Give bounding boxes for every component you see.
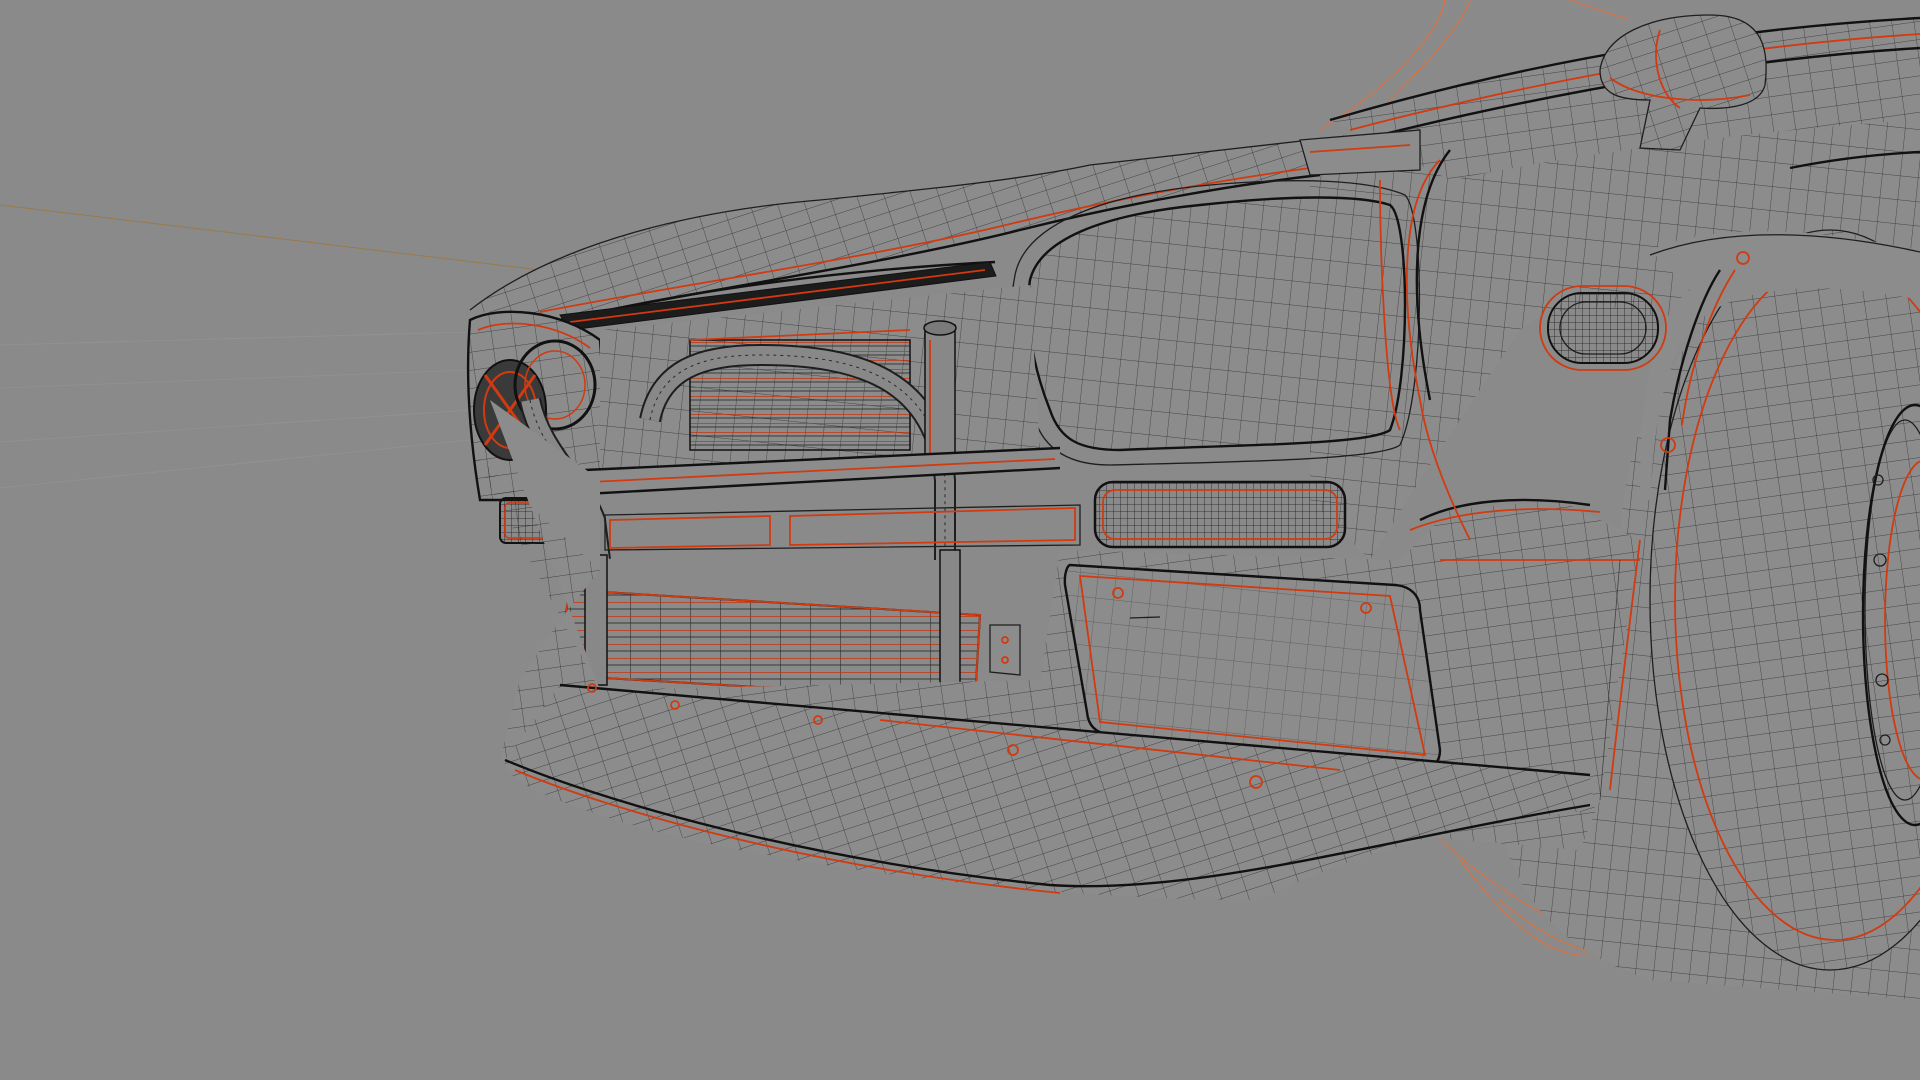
- background-guide-lines: [0, 331, 471, 489]
- radiator-post: [923, 320, 957, 466]
- 3d-viewport[interactable]: [0, 0, 1920, 1080]
- headlight-brow: [1299, 129, 1421, 176]
- headlight-housing[interactable]: [1010, 180, 1421, 466]
- fog-light[interactable]: [1093, 480, 1347, 549]
- viewport-canvas[interactable]: [0, 0, 1920, 1080]
- lower-grille-slots: [604, 504, 1081, 551]
- cooler-bracket: [989, 624, 1021, 676]
